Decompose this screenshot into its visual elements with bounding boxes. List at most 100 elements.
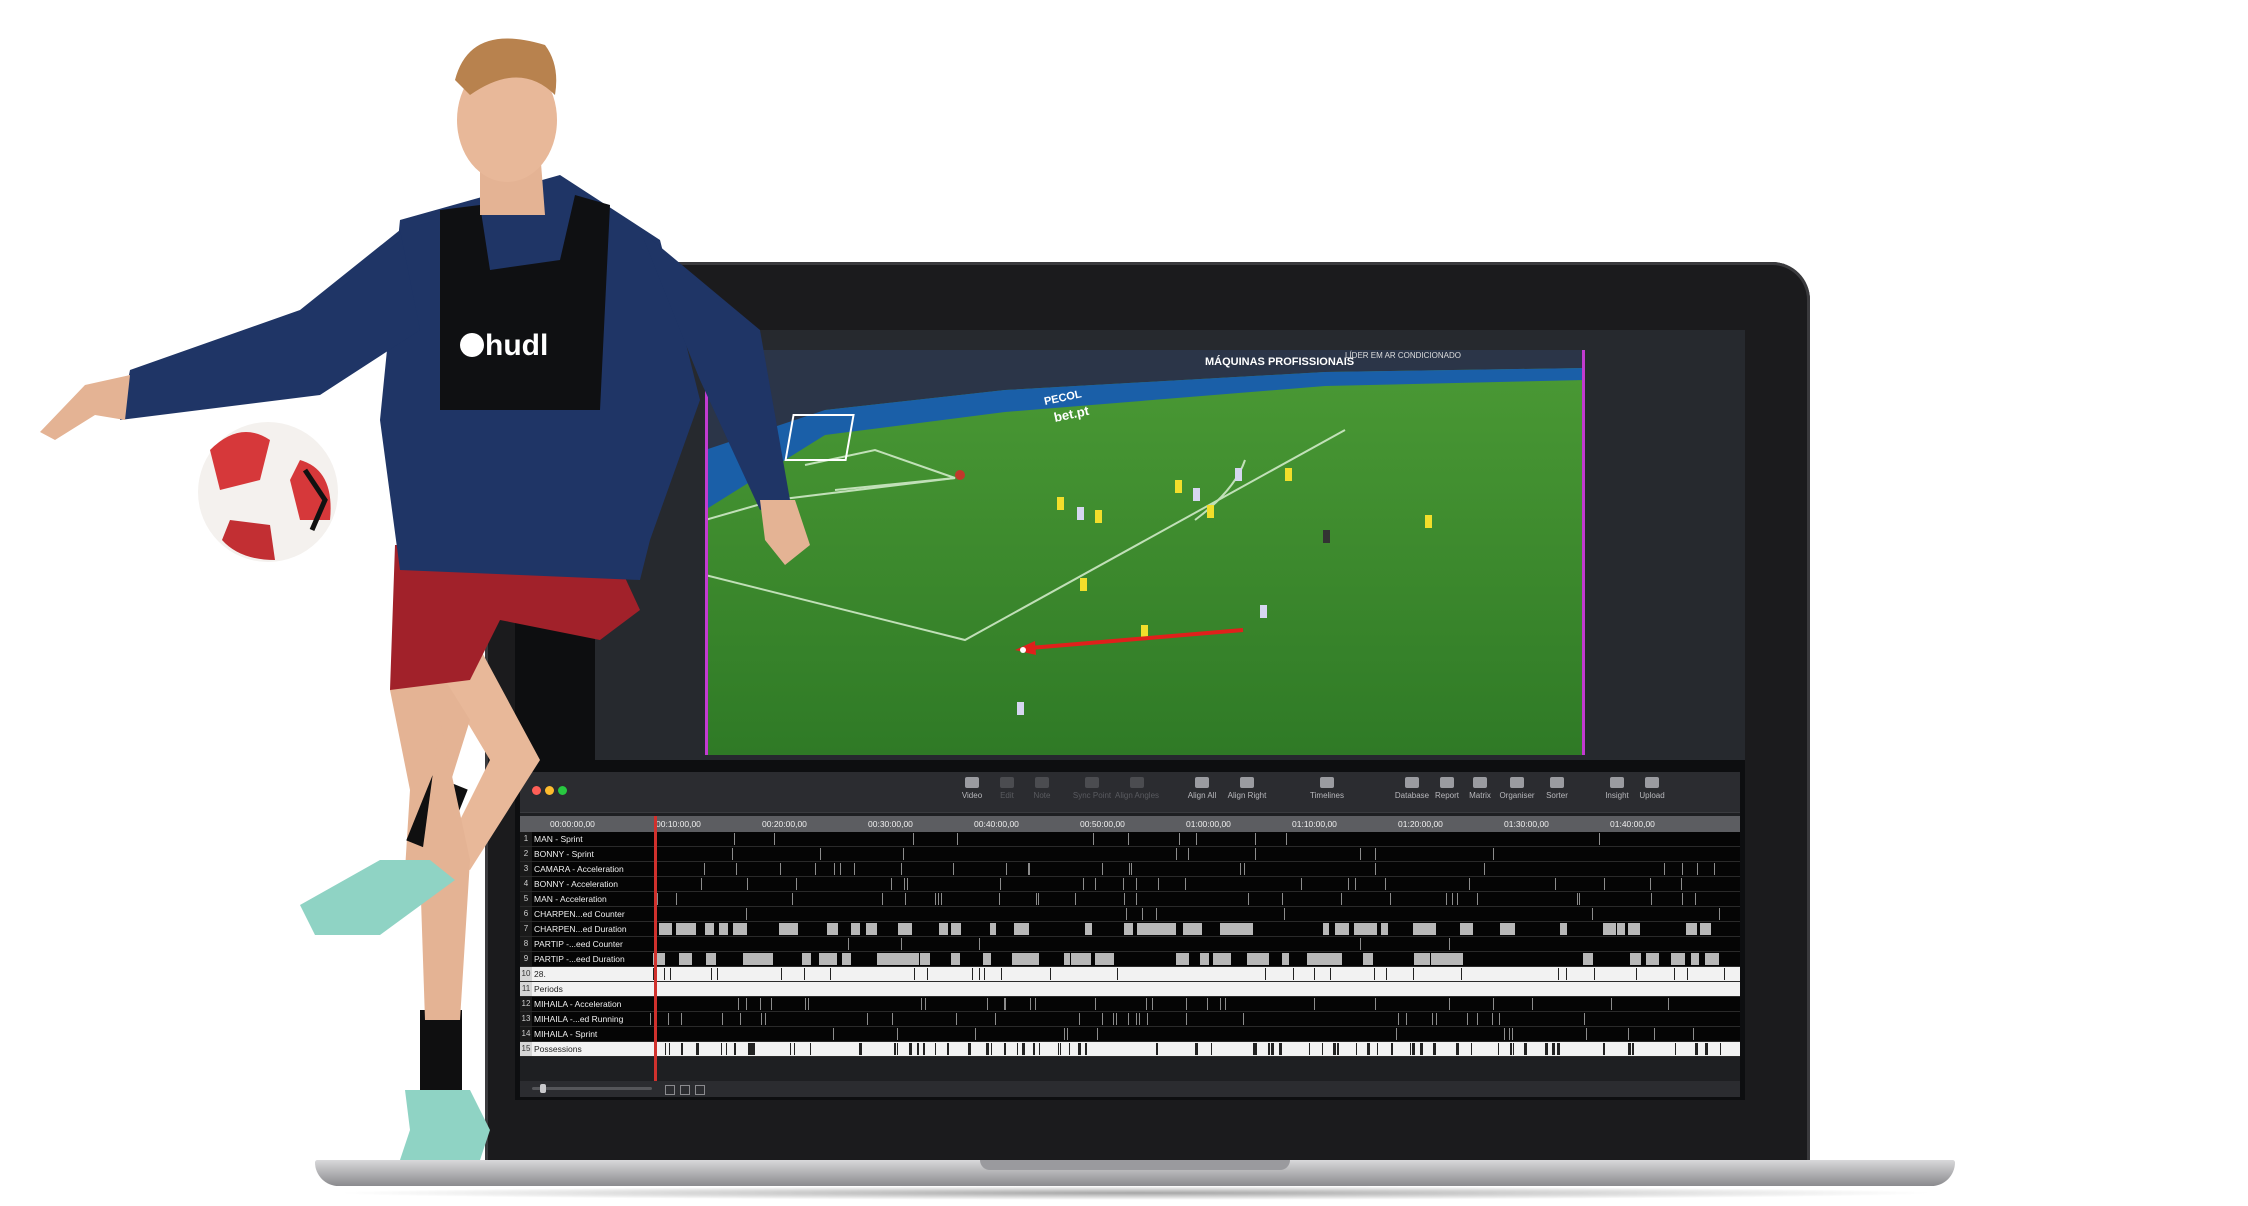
event-marker[interactable] [1334, 1043, 1336, 1055]
event-marker[interactable] [1156, 1043, 1158, 1055]
event-marker[interactable] [1154, 923, 1169, 935]
event-marker[interactable] [1651, 893, 1652, 905]
event-marker[interactable] [1116, 1013, 1117, 1025]
event-marker[interactable] [1256, 1043, 1257, 1055]
toolbar-timelines-button[interactable]: Timelines [1300, 777, 1354, 801]
event-marker[interactable] [1348, 878, 1349, 890]
event-marker[interactable] [1446, 893, 1447, 905]
event-marker[interactable] [1268, 1043, 1270, 1055]
event-marker[interactable] [882, 893, 883, 905]
event-marker[interactable] [1558, 968, 1559, 980]
event-marker[interactable] [1686, 923, 1697, 935]
event-marker[interactable] [1033, 1043, 1035, 1055]
event-marker[interactable] [968, 1043, 971, 1055]
event-marker[interactable] [1592, 908, 1593, 920]
event-marker[interactable] [1603, 1043, 1605, 1055]
event-marker[interactable] [1648, 953, 1658, 965]
event-marker[interactable] [941, 893, 942, 905]
event-marker[interactable] [1238, 923, 1253, 935]
event-marker[interactable] [1129, 863, 1130, 875]
event-marker[interactable] [1029, 953, 1038, 965]
event-marker[interactable] [975, 1028, 976, 1040]
event-marker[interactable] [1265, 968, 1266, 980]
event-marker[interactable] [1504, 1028, 1505, 1040]
event-marker[interactable] [1584, 1013, 1585, 1025]
event-marker[interactable] [991, 1043, 992, 1055]
event-marker[interactable] [1271, 1043, 1274, 1055]
event-marker[interactable] [1128, 1013, 1129, 1025]
event-marker[interactable] [1396, 1028, 1397, 1040]
event-marker[interactable] [901, 863, 902, 875]
event-marker[interactable] [1682, 893, 1683, 905]
event-marker[interactable] [1284, 908, 1285, 920]
event-marker[interactable] [1004, 998, 1005, 1010]
event-marker[interactable] [1200, 953, 1209, 965]
event-marker[interactable] [1449, 938, 1450, 950]
event-marker[interactable] [1467, 1013, 1468, 1025]
toolbar-upload-button[interactable]: Upload [1625, 777, 1679, 801]
event-marker[interactable] [938, 893, 939, 905]
event-marker[interactable] [935, 893, 936, 905]
event-marker[interactable] [905, 893, 906, 905]
event-marker[interactable] [1720, 1043, 1721, 1055]
event-marker[interactable] [1457, 893, 1458, 905]
event-marker[interactable] [1681, 878, 1682, 890]
event-marker[interactable] [1375, 863, 1376, 875]
event-marker[interactable] [1509, 1028, 1510, 1040]
event-marker[interactable] [911, 1043, 912, 1055]
event-marker[interactable] [1125, 923, 1131, 935]
event-marker[interactable] [1255, 848, 1256, 860]
event-marker[interactable] [1262, 953, 1269, 965]
event-marker[interactable] [898, 923, 906, 935]
event-marker[interactable] [927, 968, 928, 980]
event-marker[interactable] [1085, 923, 1092, 935]
event-marker[interactable] [1420, 1043, 1423, 1055]
event-marker[interactable] [1500, 923, 1515, 935]
event-marker[interactable] [1207, 998, 1208, 1010]
event-marker[interactable] [1293, 968, 1294, 980]
event-marker[interactable] [1431, 953, 1442, 965]
event-marker[interactable] [1498, 1043, 1499, 1055]
event-marker[interactable] [1176, 953, 1186, 965]
event-marker[interactable] [1185, 878, 1186, 890]
event-marker[interactable] [1650, 878, 1651, 890]
event-marker[interactable] [1095, 953, 1101, 965]
event-marker[interactable] [1309, 1043, 1310, 1055]
event-marker[interactable] [1697, 863, 1698, 875]
event-marker[interactable] [1279, 1043, 1282, 1055]
event-marker[interactable] [1461, 968, 1462, 980]
event-marker[interactable] [1147, 1013, 1148, 1025]
event-marker[interactable] [1469, 878, 1470, 890]
event-marker[interactable] [1001, 968, 1002, 980]
event-marker[interactable] [1594, 968, 1595, 980]
event-marker[interactable] [1557, 1043, 1560, 1055]
event-marker[interactable] [951, 953, 960, 965]
event-marker[interactable] [1452, 953, 1463, 965]
event-marker[interactable] [939, 923, 948, 935]
event-marker[interactable] [1691, 953, 1699, 965]
event-marker[interactable] [1636, 968, 1637, 980]
event-marker[interactable] [1560, 923, 1567, 935]
event-marker[interactable] [1225, 998, 1226, 1010]
event-marker[interactable] [1499, 1013, 1500, 1025]
event-marker[interactable] [953, 863, 954, 875]
event-marker[interactable] [894, 1043, 896, 1055]
event-marker[interactable] [1555, 878, 1556, 890]
event-marker[interactable] [1282, 953, 1289, 965]
event-marker[interactable] [1005, 998, 1006, 1010]
event-marker[interactable] [1456, 1043, 1459, 1055]
event-marker[interactable] [1243, 1013, 1244, 1025]
event-marker[interactable] [1335, 923, 1349, 935]
event-marker[interactable] [1374, 968, 1375, 980]
event-marker[interactable] [1014, 923, 1029, 935]
event-marker[interactable] [979, 968, 980, 980]
event-marker[interactable] [1375, 998, 1376, 1010]
event-marker[interactable] [1313, 953, 1324, 965]
event-marker[interactable] [1410, 1043, 1411, 1055]
event-marker[interactable] [1484, 863, 1485, 875]
event-marker[interactable] [1583, 953, 1593, 965]
event-marker[interactable] [972, 968, 973, 980]
event-marker[interactable] [1126, 908, 1127, 920]
event-marker[interactable] [1136, 893, 1137, 905]
event-marker[interactable] [1628, 1028, 1629, 1040]
